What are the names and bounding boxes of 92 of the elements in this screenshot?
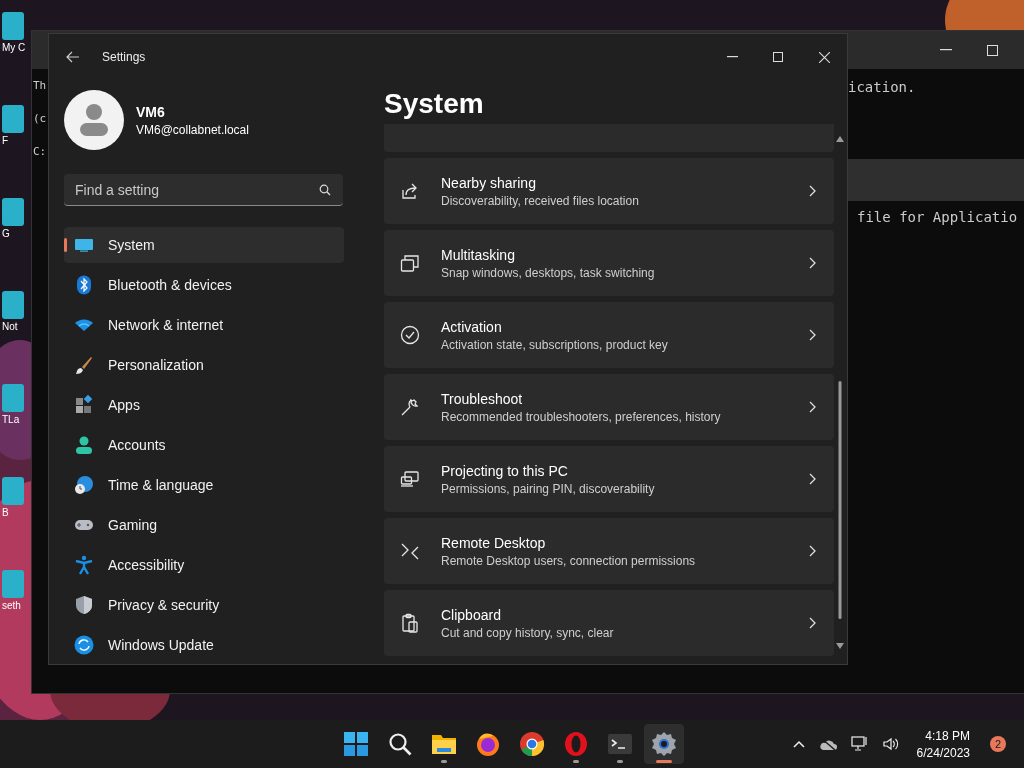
settings-card[interactable]: Remote Desktop Remote Desktop users, connection permissions bbox=[384, 518, 834, 584]
desktop-icon-label: F bbox=[2, 135, 9, 146]
chevron-icon bbox=[809, 617, 816, 629]
terminal-icon bbox=[607, 731, 633, 757]
search-icon bbox=[387, 731, 413, 757]
nav-item[interactable]: Time & language bbox=[64, 467, 344, 503]
update-icon bbox=[74, 635, 94, 655]
activation-icon bbox=[400, 325, 420, 345]
nav-item[interactable]: Apps bbox=[64, 387, 344, 423]
clock[interactable]: 4:18 PM 6/24/2023 bbox=[916, 728, 970, 760]
terminal-text: (c bbox=[33, 112, 48, 125]
user-email: VM6@collabnet.local bbox=[136, 122, 249, 137]
desktop-icon-label: seth bbox=[2, 600, 21, 611]
card-description: Snap windows, desktops, task switching bbox=[441, 265, 656, 280]
card-title: Troubleshoot bbox=[441, 390, 524, 407]
cloud-icon[interactable] bbox=[818, 737, 837, 751]
window-title: Settings bbox=[102, 50, 146, 64]
card-description: Recommended troubleshooters, preferences, history bbox=[441, 409, 722, 424]
wrench-icon bbox=[400, 397, 420, 417]
close-icon[interactable] bbox=[818, 51, 830, 63]
privacy-icon bbox=[74, 595, 94, 615]
avatar-icon bbox=[64, 90, 124, 150]
firefox-icon bbox=[475, 731, 501, 757]
terminal-text: Th bbox=[33, 79, 48, 92]
chevron-icon bbox=[809, 185, 816, 197]
search-field[interactable]: Find a setting bbox=[64, 174, 343, 206]
opera-icon bbox=[563, 731, 589, 757]
settings-card[interactable]: Multitasking Snap windows, desktops, task switching bbox=[384, 230, 834, 296]
card-title: Projecting to this PC bbox=[441, 462, 569, 479]
maximize-icon[interactable] bbox=[773, 52, 783, 62]
card-title: Clipboard bbox=[441, 606, 502, 623]
accounts-icon bbox=[74, 435, 94, 455]
card-title: Remote Desktop bbox=[441, 534, 547, 551]
nav-item[interactable]: System bbox=[64, 227, 344, 263]
remote-icon bbox=[400, 541, 420, 561]
terminal-text: ication. bbox=[848, 78, 917, 97]
nav-item[interactable]: Gaming bbox=[64, 507, 344, 543]
back-arrow-icon[interactable] bbox=[66, 51, 80, 63]
terminal-text: C: bbox=[33, 145, 48, 158]
multitasking-icon bbox=[400, 253, 420, 273]
clipboard-icon bbox=[400, 613, 420, 633]
card-description: Discoverability, received files location bbox=[441, 193, 640, 208]
search-icon[interactable] bbox=[319, 184, 331, 196]
nav-item[interactable]: Accounts bbox=[64, 427, 344, 463]
notification-badge[interactable]: 2 bbox=[990, 736, 1006, 752]
nav-item[interactable]: Privacy & security bbox=[64, 587, 344, 623]
desktop-icon-label: My C bbox=[2, 42, 26, 53]
terminal-text: file for Applicatio bbox=[856, 208, 1019, 225]
volume-icon[interactable] bbox=[882, 737, 899, 751]
nav-item[interactable]: Windows Update bbox=[64, 627, 344, 663]
card-description: Permissions, pairing PIN, discoverability bbox=[441, 481, 656, 496]
card-title: Nearby sharing bbox=[441, 174, 537, 191]
accessibility-icon bbox=[74, 555, 94, 575]
nav-item[interactable]: Personalization bbox=[64, 347, 344, 383]
maximize-icon[interactable] bbox=[986, 44, 998, 56]
chevron-icon bbox=[809, 401, 816, 413]
minimize-icon[interactable] bbox=[726, 56, 738, 58]
card-title: Multitasking bbox=[441, 246, 516, 263]
network-icon[interactable] bbox=[850, 736, 869, 752]
settings-card[interactable]: Clipboard Cut and copy history, sync, clear bbox=[384, 590, 834, 656]
settings-taskbar-button[interactable] bbox=[644, 724, 684, 764]
settings-card[interactable]: Troubleshoot Recommended troubleshooters, preferences, history bbox=[384, 374, 834, 440]
card-description: Activation state, subscriptions, product key bbox=[441, 337, 669, 352]
card-title: Activation bbox=[441, 318, 503, 335]
settings-icon bbox=[651, 731, 677, 757]
chevron-icon bbox=[809, 545, 816, 557]
page-title: System bbox=[384, 87, 485, 121]
brush-icon bbox=[74, 355, 94, 375]
user-name: VM6 bbox=[136, 103, 166, 120]
minimize-icon[interactable] bbox=[940, 49, 952, 51]
desktop-icon-label: G bbox=[2, 228, 10, 239]
chevron-icon bbox=[809, 473, 816, 485]
time-icon bbox=[74, 475, 94, 495]
chrome-icon bbox=[519, 731, 545, 757]
desktop-icon-label: B bbox=[2, 507, 9, 518]
start-icon bbox=[343, 731, 369, 757]
desktop-icon-label: Not bbox=[2, 321, 18, 332]
settings-card[interactable]: Activation Activation state, subscriptions, product key bbox=[384, 302, 834, 368]
projecting-icon bbox=[400, 469, 420, 489]
card-description: Cut and copy history, sync, clear bbox=[441, 625, 615, 640]
nav-item[interactable]: Accessibility bbox=[64, 547, 344, 583]
chevron-icon bbox=[809, 329, 816, 341]
desktop-icon-label: TLa bbox=[2, 414, 20, 425]
settings-card[interactable]: Nearby sharing Discoverability, received files location bbox=[384, 158, 834, 224]
nav-item[interactable]: Bluetooth & devices bbox=[64, 267, 344, 303]
bluetooth-icon bbox=[74, 275, 94, 295]
card-description: Remote Desktop users, connection permissions bbox=[441, 553, 697, 568]
caret-icon[interactable] bbox=[792, 740, 805, 748]
nav-item[interactable]: Network & internet bbox=[64, 307, 344, 343]
chevron-icon bbox=[809, 257, 816, 269]
apps-icon bbox=[74, 395, 94, 415]
settings-card[interactable]: Projecting to this PC Permissions, pairing PIN, discoverability bbox=[384, 446, 834, 512]
